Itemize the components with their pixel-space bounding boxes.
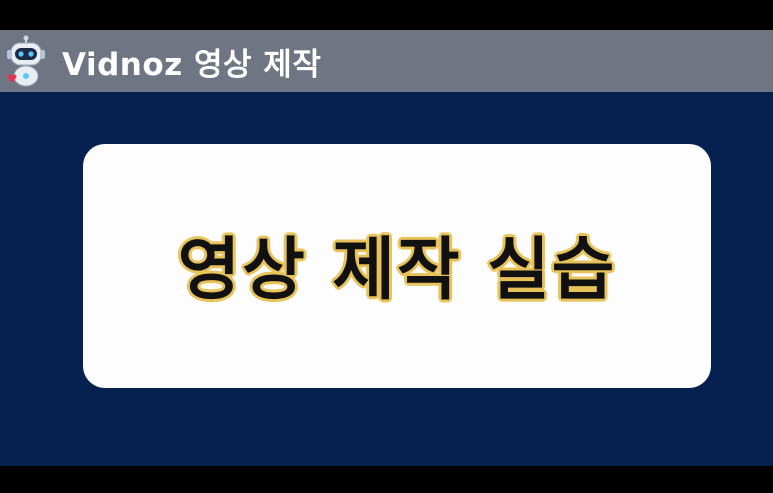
letterbox-top bbox=[0, 0, 773, 30]
slide-content: 영상 제작 실습 bbox=[0, 92, 773, 466]
slide-header: Vidnoz 영상 제작 bbox=[0, 30, 773, 92]
header-title: Vidnoz 영상 제작 bbox=[62, 46, 322, 83]
title-card: 영상 제작 실습 bbox=[83, 144, 711, 388]
slide-title: 영상 제작 실습 bbox=[177, 230, 617, 310]
letterbox-bottom bbox=[0, 466, 773, 493]
robot-mascot-icon bbox=[7, 35, 45, 87]
video-frame: Vidnoz 영상 제작 영상 제작 실습 bbox=[0, 0, 773, 493]
